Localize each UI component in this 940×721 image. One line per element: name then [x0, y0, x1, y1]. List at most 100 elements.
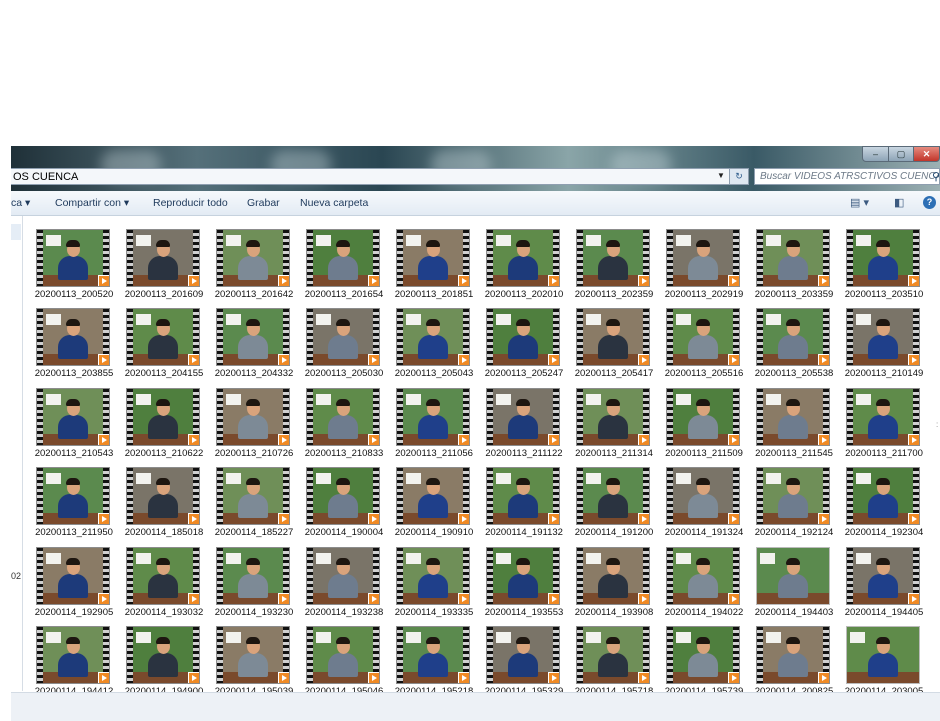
video-file-item[interactable]: 20200113_211509: [653, 382, 743, 462]
thumbnail-scene: [133, 230, 193, 286]
burn-button[interactable]: Grabar: [247, 197, 280, 209]
video-file-item[interactable]: 20200113_204155: [113, 302, 203, 382]
video-file-item[interactable]: 20200114_194403: [743, 541, 833, 621]
address-text: OS CUENCA: [13, 171, 79, 183]
video-file-item[interactable]: 20200114_191200: [563, 461, 653, 541]
video-file-item[interactable]: 20200113_205538: [743, 302, 833, 382]
video-thumbnail: [216, 308, 290, 366]
video-file-item[interactable]: 20200114_192905: [23, 541, 113, 621]
help-icon[interactable]: ?: [923, 196, 936, 209]
video-play-badge-icon: [818, 275, 829, 286]
close-button[interactable]: ✕: [913, 146, 940, 162]
video-file-item[interactable]: 20200113_200520: [23, 223, 113, 303]
maximize-button[interactable]: ▢: [888, 146, 914, 162]
video-file-item[interactable]: 20200113_211122: [473, 382, 563, 462]
video-file-item[interactable]: 20200114_193553: [473, 541, 563, 621]
video-play-badge-icon: [368, 434, 379, 445]
address-history-chevron-icon[interactable]: ▼: [717, 171, 725, 180]
video-play-badge-icon: [458, 672, 469, 683]
video-file-item[interactable]: 20200113_203510: [833, 223, 923, 303]
video-file-item[interactable]: 20200114_190910: [383, 461, 473, 541]
video-file-item[interactable]: 20200114_193238: [293, 541, 383, 621]
video-file-item[interactable]: 20200113_211314: [563, 382, 653, 462]
video-file-item[interactable]: 20200113_202359: [563, 223, 653, 303]
video-file-item[interactable]: 20200114_194022: [653, 541, 743, 621]
organize-menu[interactable]: ca ▾: [11, 197, 30, 209]
video-file-item[interactable]: 20200114_193335: [383, 541, 473, 621]
play-all-button[interactable]: Reproducir todo: [153, 197, 228, 209]
video-file-item[interactable]: 20200113_205516: [653, 302, 743, 382]
video-file-item[interactable]: 20200113_210833: [293, 382, 383, 462]
video-file-item[interactable]: 20200113_211056: [383, 382, 473, 462]
thumbnail-scene: [583, 468, 643, 524]
video-file-item[interactable]: 20200114_192304: [833, 461, 923, 541]
video-file-item[interactable]: 20200114_191132: [473, 461, 563, 541]
video-play-badge-icon: [98, 593, 109, 604]
video-file-item[interactable]: 20200114_195039: [203, 620, 293, 700]
video-play-badge-icon: [188, 354, 199, 365]
video-file-item[interactable]: 20200114_195046: [293, 620, 383, 700]
video-file-item[interactable]: 20200113_211950: [23, 461, 113, 541]
thumbnail-scene: [223, 468, 283, 524]
video-file-item[interactable]: 20200114_190004: [293, 461, 383, 541]
thumbnail-scene: [853, 230, 913, 286]
nav-truncated-label[interactable]: 02: [11, 571, 21, 581]
minimize-button[interactable]: –: [862, 146, 889, 162]
refresh-button[interactable]: ↻: [729, 168, 749, 185]
thumbnail-scene: [583, 627, 643, 683]
video-file-item[interactable]: 20200113_202010: [473, 223, 563, 303]
video-file-item[interactable]: 20200113_205417: [563, 302, 653, 382]
video-play-badge-icon: [908, 513, 919, 524]
video-file-item[interactable]: 20200113_205043: [383, 302, 473, 382]
video-file-item[interactable]: 20200114_191324: [653, 461, 743, 541]
video-file-item[interactable]: 20200114_193908: [563, 541, 653, 621]
address-bar[interactable]: OS CUENCA: [11, 168, 739, 185]
new-folder-button[interactable]: Nueva carpeta: [300, 197, 368, 209]
video-file-item[interactable]: 20200113_205030: [293, 302, 383, 382]
video-file-item[interactable]: 20200113_202919: [653, 223, 743, 303]
video-file-item[interactable]: 20200113_205247: [473, 302, 563, 382]
video-play-badge-icon: [728, 354, 739, 365]
video-file-item[interactable]: 20200113_211545: [743, 382, 833, 462]
video-file-item[interactable]: 20200113_201609: [113, 223, 203, 303]
thumbnail-scene: [493, 627, 553, 683]
video-play-badge-icon: [458, 354, 469, 365]
video-file-item[interactable]: 20200114_195739: [653, 620, 743, 700]
video-file-item[interactable]: 20200113_203359: [743, 223, 833, 303]
video-file-item[interactable]: 20200113_210622: [113, 382, 203, 462]
nav-selected-item[interactable]: [11, 224, 21, 240]
change-view-icon[interactable]: ▤ ▾: [850, 196, 869, 209]
video-file-item[interactable]: 20200113_210543: [23, 382, 113, 462]
video-file-item[interactable]: 20200114_203005: [833, 620, 923, 700]
video-file-item[interactable]: 20200114_195218: [383, 620, 473, 700]
video-file-item[interactable]: 20200113_201851: [383, 223, 473, 303]
video-file-item[interactable]: 20200114_193032: [113, 541, 203, 621]
thumbnail-scene: [403, 548, 463, 604]
video-file-item[interactable]: 20200113_203855: [23, 302, 113, 382]
magnifier-icon[interactable]: ⚲: [932, 170, 939, 184]
video-file-item[interactable]: 20200114_185227: [203, 461, 293, 541]
video-file-item[interactable]: 20200114_192124: [743, 461, 833, 541]
thumbnail-scene: [583, 389, 643, 445]
video-file-item[interactable]: 20200114_200825: [743, 620, 833, 700]
video-thumbnail: [36, 547, 110, 605]
video-play-badge-icon: [908, 593, 919, 604]
video-file-item[interactable]: 20200114_194900: [113, 620, 203, 700]
video-file-item[interactable]: 20200114_195329: [473, 620, 563, 700]
share-with-menu[interactable]: Compartir con ▾: [55, 197, 129, 209]
video-file-item[interactable]: 20200114_195718: [563, 620, 653, 700]
video-file-item[interactable]: 20200113_201654: [293, 223, 383, 303]
video-thumbnail: [36, 308, 110, 366]
search-input[interactable]: Buscar VIDEOS ATRSCTIVOS CUENCA ⚲: [754, 168, 940, 185]
video-file-item[interactable]: 20200113_201642: [203, 223, 293, 303]
preview-pane-icon[interactable]: ◧: [894, 196, 904, 209]
video-thumbnail: [306, 547, 380, 605]
video-file-item[interactable]: 20200114_185018: [113, 461, 203, 541]
video-file-item[interactable]: 20200113_210726: [203, 382, 293, 462]
video-file-item[interactable]: 20200113_204332: [203, 302, 293, 382]
video-file-item[interactable]: 20200114_194405: [833, 541, 923, 621]
video-file-item[interactable]: 20200113_211700: [833, 382, 923, 462]
video-file-item[interactable]: 20200114_193230: [203, 541, 293, 621]
video-file-item[interactable]: 20200114_194412: [23, 620, 113, 700]
video-file-item[interactable]: 20200113_210149: [833, 302, 923, 382]
